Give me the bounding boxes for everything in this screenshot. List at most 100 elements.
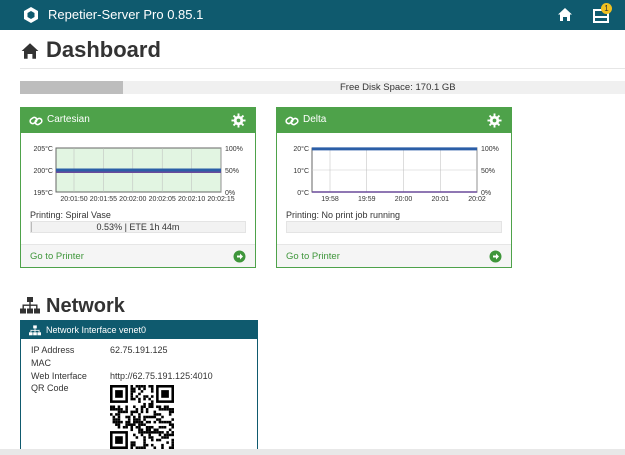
web-interface-link[interactable]: http://62.75.191.125:4010 [110,371,213,381]
qr-module [161,415,164,419]
network-interface-card: Network Interface venet0 IP Address 62.7… [20,320,258,455]
heading-divider [20,68,625,69]
sitemap-icon [29,325,41,336]
qr-module [150,443,154,447]
qr-module [143,405,146,409]
qr-module [120,420,123,424]
qr-module [148,402,151,406]
qr-module [143,415,146,419]
qr-module [115,423,118,426]
printer-name[interactable]: Cartesian [47,114,90,125]
qr-module [130,413,134,416]
print-status: Printing: No print job running [286,210,401,220]
qr-module [148,425,151,429]
arrow-circle-right-icon[interactable] [233,250,246,263]
qr-module [133,443,136,447]
qr-module [117,413,121,416]
qr-module [171,441,174,444]
qr-module [130,443,134,447]
bottom-bar [0,449,625,455]
qr-module [125,410,128,414]
qr-module [110,405,113,409]
qr-module [112,408,116,411]
qr-module [148,436,151,439]
qr-module [150,400,154,403]
qr-module [140,405,144,409]
gear-icon[interactable] [231,113,246,128]
qr-module [143,443,146,447]
section-title: Network [46,295,125,317]
printer-name[interactable]: Delta [303,114,326,125]
qr-module [153,410,157,414]
y-left-tick-label: 200°C [33,167,53,175]
qr-module [135,436,139,439]
qr-module [135,410,139,414]
qr-module [158,425,162,429]
y-right-tick-label: 50% [225,168,239,175]
qr-module [117,425,121,429]
qr-module [130,395,134,398]
qr-module [171,438,174,442]
qr-module [148,397,151,401]
qr-module [145,431,149,434]
disk-space-label: Free Disk Space: 170.1 GB [340,82,456,93]
qr-module [158,431,162,434]
go-to-printer-link[interactable]: Go to Printer [286,251,340,262]
qr-module [112,420,116,424]
qr-module [161,443,164,447]
y-right-tick-label: 50% [481,168,495,175]
qr-module [166,420,169,424]
printer-card-footer[interactable]: Go to Printer [21,244,255,267]
home-icon[interactable] [557,7,573,22]
gear-icon[interactable] [487,113,502,128]
qr-module [148,428,151,432]
ip-address-value: 62.75.191.125 [110,345,168,355]
qr-module [163,433,167,437]
dashboard-heading: Dashboard [20,36,161,64]
qr-module [143,418,146,421]
network-card-header: Network Interface venet0 [21,321,257,339]
print-progress-text: 0.53% | ETE 1h 44m [96,222,180,232]
qr-module [138,420,141,424]
qr-module [130,392,134,396]
qr-module [161,436,164,439]
repetier-logo-icon[interactable] [22,6,40,24]
arrow-circle-right-icon[interactable] [489,250,502,263]
qr-module [153,420,157,424]
qr-finder [161,390,169,398]
qr-module [138,428,141,432]
printer-card-footer[interactable]: Go to Printer [277,244,511,267]
qr-module [140,420,144,424]
qr-module [168,408,172,411]
printer-card-cartesian: Cartesian 205°C 200°C 195°C 100% 50% 0% 20:01:… [20,107,256,268]
qr-module [143,397,146,401]
qr-module [122,410,126,414]
qr-module [148,405,151,409]
go-to-printer-link[interactable]: Go to Printer [30,251,84,262]
qr-module [148,385,151,388]
qr-module [130,428,134,432]
qr-module [135,395,139,398]
temperature-chart: 20°C10°C0°C100%50%0%19:58 19:59 20:00 20:01… [293,145,499,203]
x-tick-label: 20:02 [468,196,486,203]
sitemap-icon [20,297,40,314]
notification-badge[interactable]: 1 [601,3,612,14]
qr-module [125,405,128,409]
qr-module [158,413,162,416]
qr-module [148,415,151,419]
qr-module [133,433,136,437]
qr-module [145,410,149,414]
qr-module [145,443,149,447]
qr-module [153,431,157,434]
qr-module [135,418,139,421]
y-right-tick-label: 100% [481,146,499,153]
qr-module [117,410,121,414]
qr-module [138,397,141,401]
link-icon [285,116,299,126]
qr-module [171,423,174,426]
y-left-tick-label: 20°C [293,145,309,153]
qr-module [138,423,141,426]
qr-module [138,425,141,429]
qr-module [166,441,169,444]
qr-module [127,415,131,419]
